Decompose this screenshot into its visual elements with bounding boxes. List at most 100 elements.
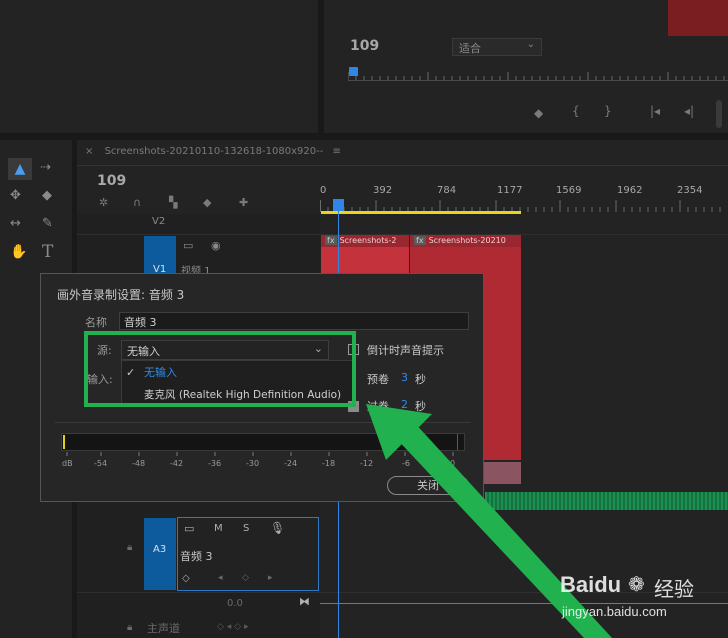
ripple-edit-tool-icon[interactable]: ✥: [10, 188, 21, 203]
monitor-ruler[interactable]: [348, 66, 728, 81]
add-keyframe-icon[interactable]: ◇: [242, 573, 249, 583]
mark-out-icon[interactable]: }: [604, 104, 612, 118]
ruler-ticks: [320, 200, 721, 212]
postroll-unit: 秒: [415, 400, 426, 413]
slip-tool-icon[interactable]: ↔: [10, 216, 21, 231]
timeline-timecode[interactable]: 109: [97, 173, 126, 189]
master-keyframe-icon[interactable]: ◇ ◂ ◇ ▸: [217, 622, 248, 632]
watermark-brand-cn: 经验: [654, 577, 694, 601]
fx-icon: fx: [414, 236, 426, 245]
hand-tool-icon[interactable]: ✋: [10, 244, 27, 260]
lock-icon[interactable]: 🔒︎: [127, 622, 132, 633]
baidu-watermark: Baidu ❁ 经验 jingyan.baidu.com: [560, 570, 720, 630]
level-meter-peak: [63, 435, 65, 449]
nest-icon[interactable]: ✲: [99, 196, 108, 209]
meter-label-18: -18: [322, 459, 336, 468]
transport-controls: ◆ { } |◂ ◂| ▸: [524, 104, 728, 124]
timeline-tab-title: Screenshots-20210110-132618-1080x920--: [104, 146, 324, 157]
audio-track-name: 音频 3: [180, 550, 213, 563]
chevron-down-icon: ⌄: [526, 39, 535, 50]
level-meter-end: [457, 434, 458, 450]
razor-tool-icon[interactable]: ◆: [42, 188, 52, 203]
clip-1-header: fx Screenshots-2: [321, 235, 409, 247]
eye-icon[interactable]: ◉: [211, 239, 221, 252]
watermark-url: jingyan.baidu.com: [562, 604, 667, 619]
mark-in-icon[interactable]: {: [572, 104, 580, 118]
meter-label-42: -42: [170, 459, 184, 468]
hamburger-icon[interactable]: ≡: [333, 146, 341, 157]
settings-wrench-icon[interactable]: ✚: [239, 196, 248, 209]
meter-label-24: -24: [284, 459, 298, 468]
marker-icon[interactable]: ◆: [534, 106, 543, 120]
meter-label-6: -6: [402, 459, 410, 468]
monitor-scrollbar[interactable]: [716, 100, 722, 128]
timeline-tools: ✲ ∩ ▚ ◆ ✚: [99, 196, 269, 212]
postroll-value[interactable]: 2: [401, 398, 408, 411]
dialog-title: 画外音录制设置: 音频 3: [57, 288, 185, 302]
type-tool-icon[interactable]: T: [42, 242, 53, 262]
postroll-label: 过卷: [367, 400, 389, 413]
lock-icon[interactable]: 🔒︎: [127, 542, 132, 553]
pen-tool-icon[interactable]: ✎: [42, 216, 53, 231]
track-v2-label[interactable]: V2: [152, 216, 165, 227]
name-input[interactable]: 音频 3: [119, 312, 469, 330]
preroll-unit: 秒: [415, 373, 426, 386]
level-meter-ticks: [66, 452, 454, 456]
preroll-value[interactable]: 3: [401, 371, 408, 384]
timeline-tab[interactable]: × Screenshots-20210110-132618-1080x920--…: [85, 146, 341, 164]
film-icon[interactable]: ▭: [183, 239, 193, 252]
close-icon[interactable]: ×: [85, 146, 93, 157]
monitor-ruler-ticks: [348, 72, 725, 80]
track-select-tool-icon[interactable]: ⇢: [40, 160, 51, 175]
meter-label-12: -12: [360, 459, 374, 468]
add-marker-icon[interactable]: ◆: [203, 196, 211, 209]
preroll-label: 预卷: [367, 373, 389, 386]
next-keyframe-icon[interactable]: ▸: [268, 573, 273, 583]
name-input-value: 音频 3: [124, 316, 157, 329]
highlight-box: [84, 331, 356, 407]
paw-icon: ❁: [628, 572, 645, 596]
clip-2-title: Screenshots-20210: [428, 236, 506, 245]
meter-label-0: 0: [450, 459, 456, 468]
audio-waveform-a2: [485, 492, 728, 510]
zoom-select[interactable]: 适合 ⌄: [452, 38, 542, 56]
snap-icon[interactable]: ∩: [133, 196, 141, 209]
close-button-label: 关闭: [417, 479, 439, 492]
timeline-playhead-marker[interactable]: [333, 199, 344, 211]
name-label: 名称: [85, 316, 107, 329]
go-to-in-icon[interactable]: |◂: [650, 104, 660, 118]
fx-icon: fx: [325, 236, 337, 245]
dialog-separator: [55, 422, 471, 423]
film-icon[interactable]: ▭: [184, 522, 194, 535]
panel-divider: [0, 133, 728, 140]
zoom-select-value: 适合: [459, 42, 481, 55]
master-scroll-icon[interactable]: ⧓: [299, 595, 310, 608]
solo-button[interactable]: S: [243, 523, 249, 534]
selection-tool-icon[interactable]: ▲: [8, 158, 32, 180]
meter-label-48: -48: [132, 459, 146, 468]
meter-label-54: -54: [94, 459, 108, 468]
master-value[interactable]: 0.0: [227, 598, 243, 609]
countdown-label: 倒计时声音提示: [367, 344, 444, 357]
close-button[interactable]: 关闭: [387, 476, 469, 495]
a3-track-header[interactable]: ▭ M S 🎙︎ 音频 3 ◇ ◂ ◇ ▸: [177, 517, 319, 591]
meter-label-30: -30: [246, 459, 260, 468]
step-back-icon[interactable]: ◂|: [684, 104, 694, 118]
program-monitor: 109 适合 ⌄ ◆ { } |◂ ◂| ▸: [324, 0, 728, 133]
linked-selection-icon[interactable]: ▚: [169, 196, 177, 209]
monitor-image-red: [668, 0, 728, 36]
audio-clip-stub[interactable]: [481, 462, 521, 484]
monitor-playhead[interactable]: [349, 67, 358, 76]
track-a3-label: A3: [153, 544, 167, 555]
left-panel-top: [0, 0, 318, 133]
timeline-ruler[interactable]: 0 392 784 1177 1569 1962 2354: [320, 184, 728, 212]
prev-keyframe-icon[interactable]: ◂: [218, 573, 223, 583]
program-timecode[interactable]: 109: [350, 38, 379, 54]
clip-1-title: Screenshots-2: [339, 236, 397, 245]
meter-label-db: dB: [62, 459, 73, 468]
mute-button[interactable]: M: [214, 523, 223, 534]
work-area-bar[interactable]: [321, 211, 521, 214]
microphone-icon[interactable]: 🎙︎: [270, 521, 285, 535]
keyframe-icon[interactable]: ◇: [182, 573, 190, 584]
watermark-brand: Baidu: [560, 572, 622, 597]
